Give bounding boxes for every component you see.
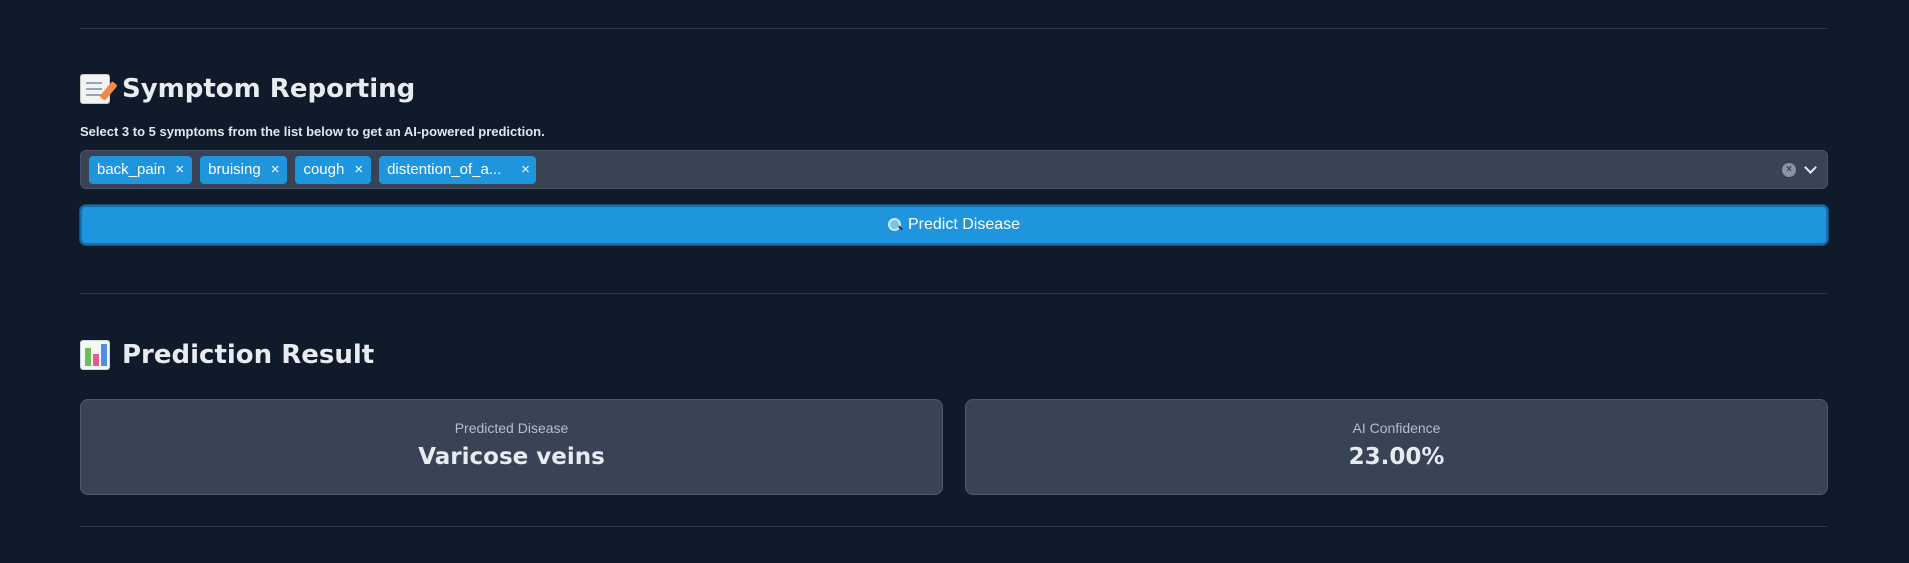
chevron-down-icon[interactable] <box>1804 161 1817 174</box>
result-title-text: Prediction Result <box>122 340 375 370</box>
predicted-disease-value: Varicose veins <box>418 444 605 470</box>
top-divider <box>80 28 1828 29</box>
clear-all-icon[interactable]: × <box>1782 162 1796 177</box>
predict-disease-button[interactable]: Predict Disease <box>80 205 1828 245</box>
chip-label: distention_of_a... <box>387 161 502 178</box>
ai-confidence-value: 23.00% <box>1348 444 1445 470</box>
magnifier-icon <box>887 218 902 232</box>
chip-remove-icon[interactable]: × <box>175 161 184 178</box>
symptom-chip[interactable]: bruising × <box>200 155 288 184</box>
predicted-disease-card: Predicted Disease Varicose veins <box>80 399 943 495</box>
predicted-disease-label: Predicted Disease <box>454 420 569 436</box>
memo-icon <box>80 74 110 104</box>
chip-label: back_pain <box>97 161 166 178</box>
chip-remove-icon[interactable]: × <box>521 161 530 178</box>
middle-divider <box>80 293 1828 294</box>
predict-button-label: Predict Disease <box>907 216 1021 233</box>
result-section-title: Prediction Result <box>80 340 374 370</box>
symptom-multiselect[interactable]: back_pain × bruising × cough × distentio… <box>80 150 1828 189</box>
chip-label: cough <box>303 161 345 178</box>
symptom-chip[interactable]: back_pain × <box>89 155 193 184</box>
chip-remove-icon[interactable]: × <box>354 161 363 178</box>
symptom-title-text: Symptom Reporting <box>122 74 416 104</box>
chip-remove-icon[interactable]: × <box>271 161 280 178</box>
multiselect-controls: × <box>1782 151 1817 188</box>
symptom-section-title: Symptom Reporting <box>80 74 415 104</box>
chip-label: bruising <box>208 161 261 178</box>
symptom-chip[interactable]: cough × <box>295 155 372 184</box>
ai-confidence-label: AI Confidence <box>1352 420 1441 436</box>
bottom-divider <box>80 526 1828 527</box>
ai-confidence-card: AI Confidence 23.00% <box>965 399 1828 495</box>
symptom-instruction: Select 3 to 5 symptoms from the list bel… <box>80 124 545 139</box>
symptom-chip[interactable]: distention_of_a... × <box>379 155 536 184</box>
bar-chart-icon <box>80 340 110 370</box>
